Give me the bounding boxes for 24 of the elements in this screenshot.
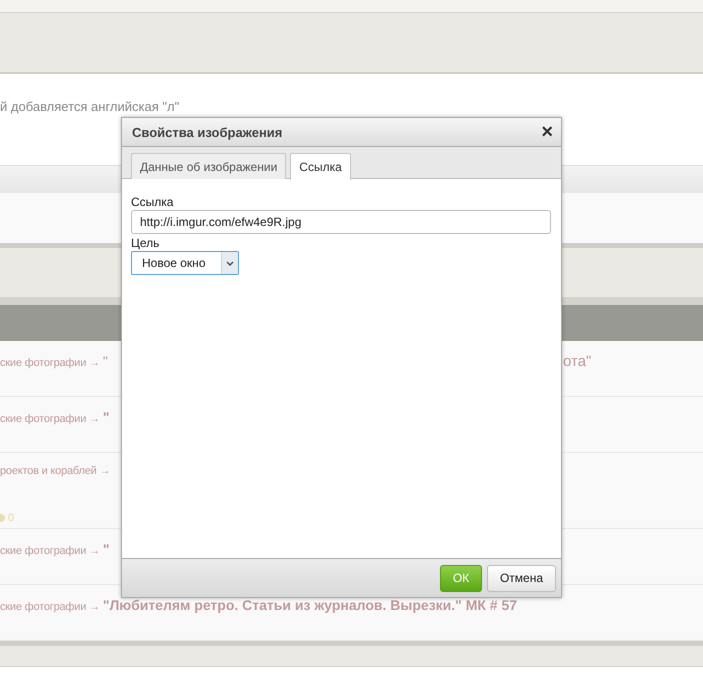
comment-count: 0 (8, 512, 14, 524)
article-title-link[interactable]: " (102, 409, 110, 425)
breadcrumb-link[interactable]: ские фотографии → (0, 413, 100, 425)
tab[interactable]: Ссылка (290, 153, 351, 180)
notice-text: й добавляется английская "л" (0, 99, 180, 114)
breadcrumb-link[interactable]: роектов и кораблей → (0, 465, 110, 477)
dialog-title: Свойства изображения (132, 124, 282, 140)
article-title-link[interactable]: " (102, 353, 108, 369)
field-label: Ссылка (131, 195, 174, 209)
breadcrumb-link[interactable]: ские фотографии → (0, 545, 100, 557)
close-button[interactable]: × (541, 123, 553, 141)
breadcrumb-link[interactable]: ские фотографии → (0, 601, 100, 613)
tab[interactable]: Данные об изображении (131, 153, 286, 179)
breadcrumb-link[interactable]: ские фотографии → (0, 357, 100, 369)
article-title-link[interactable]: " (102, 541, 110, 557)
chevron-down-icon (226, 260, 234, 266)
article-title-link[interactable]: ота" (562, 353, 703, 396)
target-dropdown[interactable]: Новое окно (131, 251, 239, 275)
comment-icon (0, 514, 5, 522)
url-field[interactable]: http://i.imgur.com/efw4e9R.jpg (131, 210, 551, 234)
ok-button[interactable]: ОК (440, 564, 482, 592)
cancel-button[interactable]: Отмена (487, 564, 556, 592)
article-title-link[interactable]: "Любителям ретро. Статьи из журналов. Вырезки." МК # 57 (102, 597, 518, 613)
field-label: Цель (131, 236, 160, 250)
